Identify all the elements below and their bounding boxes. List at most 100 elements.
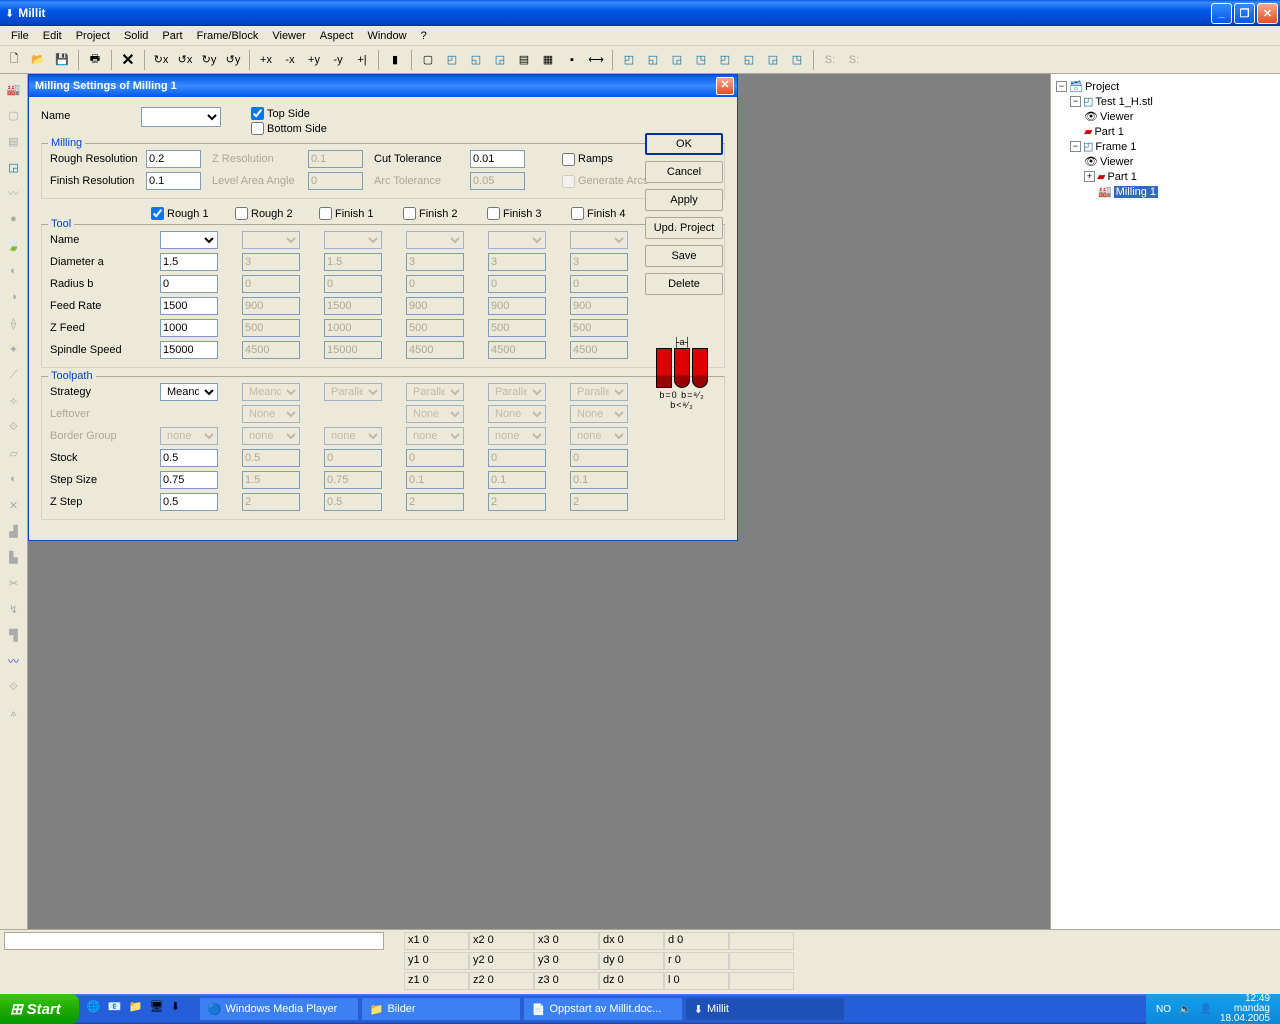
save-button[interactable]: Save xyxy=(645,245,723,267)
lt-22-icon[interactable]: ▜ xyxy=(3,624,25,646)
lt-8-icon[interactable]: ◐ xyxy=(3,260,25,282)
delete-button[interactable]: Delete xyxy=(645,273,723,295)
close-button[interactable]: ✕ xyxy=(1257,3,1278,24)
lt-21-icon[interactable]: ↯ xyxy=(3,598,25,620)
tree-root[interactable]: − 🗃 Project xyxy=(1056,79,1275,94)
ql-app-icon[interactable]: ⬇ xyxy=(171,1000,189,1018)
zfeed-col0-input[interactable] xyxy=(160,319,218,337)
rotate-x-neg-icon[interactable]: ↺x xyxy=(174,49,196,71)
name-col0-input[interactable] xyxy=(160,231,218,249)
lt-16-icon[interactable]: ◐ xyxy=(3,468,25,490)
lt-15-icon[interactable]: ▱ xyxy=(3,442,25,464)
diameter-col0-input[interactable] xyxy=(160,253,218,271)
task-item[interactable]: 🔵Windows Media Player xyxy=(199,997,359,1021)
tree-item-selected[interactable]: 🏭 Milling 1 xyxy=(1098,184,1275,199)
lt-12-icon[interactable]: ⟋ xyxy=(3,364,25,386)
move-x-neg-icon[interactable]: -x xyxy=(279,49,301,71)
pass-finish1-checkbox[interactable]: Finish 1 xyxy=(319,207,379,220)
view-iso1-icon[interactable]: ◰ xyxy=(441,49,463,71)
lt-5-icon[interactable]: 〰 xyxy=(3,182,25,204)
finish-res-input[interactable] xyxy=(146,172,201,190)
view-iso3-icon[interactable]: ◲ xyxy=(489,49,511,71)
view-list-icon[interactable]: ▤ xyxy=(513,49,535,71)
iso-a-icon[interactable]: ◰ xyxy=(618,49,640,71)
menu-edit[interactable]: Edit xyxy=(36,28,69,44)
cut-tol-input[interactable] xyxy=(470,150,525,168)
view-measure-icon[interactable]: ⟷ xyxy=(585,49,607,71)
reset-a-icon[interactable]: S: xyxy=(819,49,841,71)
open-icon[interactable]: 📂 xyxy=(27,49,49,71)
stock-col0-input[interactable] xyxy=(160,449,218,467)
lt-9-icon[interactable]: ◑ xyxy=(3,286,25,308)
delete-icon[interactable]: ✕ xyxy=(117,49,139,71)
iso-b-icon[interactable]: ◱ xyxy=(642,49,664,71)
rotate-x-pos-icon[interactable]: ↻x xyxy=(150,49,172,71)
pass-finish3-checkbox[interactable]: Finish 3 xyxy=(487,207,547,220)
view-iso2-icon[interactable]: ◱ xyxy=(465,49,487,71)
ql-mail-icon[interactable]: 📧 xyxy=(108,1000,126,1018)
lt-25-icon[interactable]: ⟑ xyxy=(3,702,25,724)
status-input[interactable] xyxy=(4,932,384,950)
pass-finish4-checkbox[interactable]: Finish 4 xyxy=(571,207,631,220)
top-side-checkbox[interactable]: Top Side xyxy=(251,107,327,120)
tree-item[interactable]: − ◰ Test 1_H.stl xyxy=(1070,94,1275,109)
menu-file[interactable]: File xyxy=(4,28,36,44)
pass-rough1-checkbox[interactable]: Rough 1 xyxy=(151,207,211,220)
move-y-pos-icon[interactable]: +y xyxy=(303,49,325,71)
lt-18-icon[interactable]: ▟ xyxy=(3,520,25,542)
new-icon[interactable]: 🗋 xyxy=(3,49,25,71)
menu-part[interactable]: Part xyxy=(155,28,189,44)
lt-24-icon[interactable]: ⟐ xyxy=(3,676,25,698)
iso-c-icon[interactable]: ◲ xyxy=(666,49,688,71)
upd-project-button[interactable]: Upd. Project xyxy=(645,217,723,239)
lt-4-icon[interactable]: ◲ xyxy=(3,156,25,178)
lt-11-icon[interactable]: ✦ xyxy=(3,338,25,360)
tree-item[interactable]: + ▰ Part 1 xyxy=(1084,169,1275,184)
view-wire-icon[interactable]: ▦ xyxy=(537,49,559,71)
ok-button[interactable]: OK xyxy=(645,133,723,155)
view-solid-icon[interactable]: ▪ xyxy=(561,49,583,71)
ql-folder-icon[interactable]: 📁 xyxy=(129,1000,147,1018)
lt-7-icon[interactable]: 🍃 xyxy=(3,234,25,256)
tree-item[interactable]: 👁 Viewer xyxy=(1084,154,1275,169)
name-select[interactable] xyxy=(141,107,221,127)
zstep-col0-input[interactable] xyxy=(160,493,218,511)
tree-item[interactable]: 👁 Viewer xyxy=(1084,109,1275,124)
task-item[interactable]: 📁Bilder xyxy=(361,997,521,1021)
view-front-icon[interactable]: ▢ xyxy=(417,49,439,71)
feed-col0-input[interactable] xyxy=(160,297,218,315)
strategy-col0-input[interactable]: Meander xyxy=(160,383,218,401)
tree-item[interactable]: ▰ Part 1 xyxy=(1084,124,1275,139)
lt-14-icon[interactable]: ⟐ xyxy=(3,416,25,438)
lt-2-icon[interactable]: ▢ xyxy=(3,104,25,126)
rotate-y-pos-icon[interactable]: ↻y xyxy=(198,49,220,71)
lt-13-icon[interactable]: ✧ xyxy=(3,390,25,412)
lt-6-icon[interactable]: ● xyxy=(3,208,25,230)
maximize-button[interactable]: ❐ xyxy=(1234,3,1255,24)
step-col0-input[interactable] xyxy=(160,471,218,489)
menu-project[interactable]: Project xyxy=(69,28,117,44)
move-z-icon[interactable]: +| xyxy=(351,49,373,71)
lt-3-icon[interactable]: ▤ xyxy=(3,130,25,152)
move-y-neg-icon[interactable]: -y xyxy=(327,49,349,71)
bottom-side-checkbox[interactable]: Bottom Side xyxy=(251,122,327,135)
apply-button[interactable]: Apply xyxy=(645,189,723,211)
task-item-active[interactable]: ⬇Millit xyxy=(685,997,845,1021)
lt-19-icon[interactable]: ▙ xyxy=(3,546,25,568)
menu-viewer[interactable]: Viewer xyxy=(265,28,312,44)
minimize-button[interactable]: _ xyxy=(1211,3,1232,24)
iso-e-icon[interactable]: ◰ xyxy=(714,49,736,71)
lt-20-icon[interactable]: ✂ xyxy=(3,572,25,594)
lt-1-icon[interactable]: 🏭 xyxy=(3,78,25,100)
menu-help[interactable]: ? xyxy=(414,28,434,44)
dialog-close-button[interactable]: ✕ xyxy=(716,77,734,95)
lt-23-icon[interactable]: 〰 xyxy=(3,650,25,672)
iso-f-icon[interactable]: ◱ xyxy=(738,49,760,71)
ql-desktop-icon[interactable]: 🖥 xyxy=(150,1000,168,1018)
tree-item[interactable]: − ◰ Frame 1 xyxy=(1070,139,1275,154)
radius-col0-input[interactable] xyxy=(160,275,218,293)
menu-aspect[interactable]: Aspect xyxy=(313,28,361,44)
spindle-col0-input[interactable] xyxy=(160,341,218,359)
menu-solid[interactable]: Solid xyxy=(117,28,155,44)
iso-d-icon[interactable]: ◳ xyxy=(690,49,712,71)
